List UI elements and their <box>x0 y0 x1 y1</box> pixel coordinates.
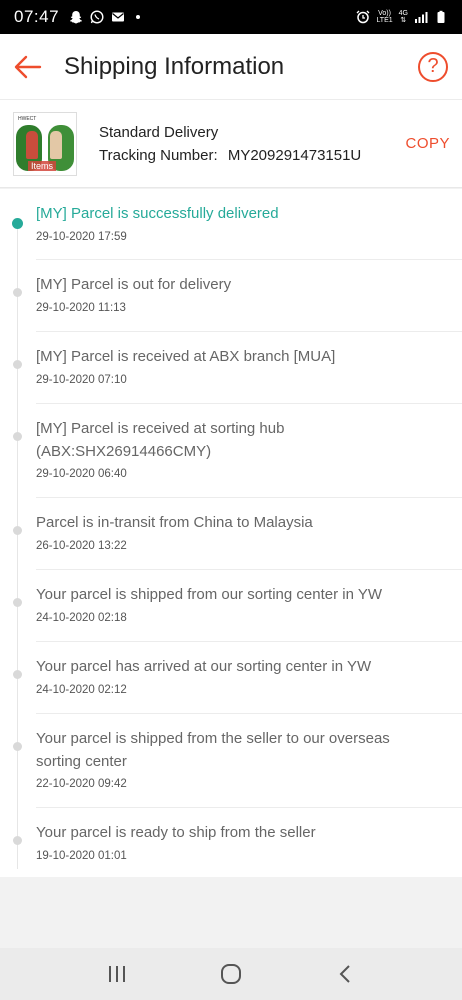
entry-divider <box>36 403 462 404</box>
status-dot <box>13 742 22 751</box>
back-button[interactable] <box>2 34 54 100</box>
thumbnail-figure-left <box>26 130 38 159</box>
status-dot <box>12 218 23 229</box>
copy-button[interactable]: COPY <box>405 135 450 152</box>
data-arrows-icon: ⇅ <box>400 17 407 24</box>
entry-divider <box>36 807 462 808</box>
network-label: 4G <box>398 10 408 17</box>
entry-text: Your parcel is shipped from the seller t… <box>36 730 390 770</box>
arrow-left-icon <box>14 55 42 78</box>
home-button[interactable] <box>211 954 251 994</box>
entry-divider <box>36 641 462 642</box>
entry-time: 29-10-2020 07:10 <box>36 374 127 386</box>
status-bar: 07:47 Vo)) LTE1 4G ⇅ <box>0 0 462 34</box>
signal-icon <box>415 12 428 23</box>
app-bar: Shipping Information ? <box>0 34 462 100</box>
thumbnail-tag: Items <box>28 160 57 171</box>
entry-text: Your parcel is shipped from our sorting … <box>36 586 383 603</box>
entry-text: Your parcel is ready to ship from the se… <box>36 824 316 841</box>
entry-time: 29-10-2020 06:40 <box>36 468 127 480</box>
status-dot <box>13 670 22 679</box>
entry-text: Your parcel has arrived at our sorting c… <box>36 658 372 675</box>
entry-time: 26-10-2020 13:22 <box>36 540 127 552</box>
entry-time: 29-10-2020 17:59 <box>36 231 127 243</box>
status-dot <box>13 288 22 297</box>
thumbnail-brand: HWECT <box>18 115 37 122</box>
status-dot <box>13 360 22 369</box>
lte-label: LTE1 <box>376 17 393 24</box>
tracking-timeline: [MY] Parcel is successfully delivered 29… <box>0 189 462 877</box>
entry-time: 24-10-2020 02:18 <box>36 612 127 624</box>
entry-divider <box>36 331 462 332</box>
product-thumbnail[interactable]: HWECT Items <box>13 111 77 176</box>
question-circle-icon: ? <box>427 55 439 77</box>
notification-icons <box>69 10 141 24</box>
whatsapp-icon <box>90 10 104 24</box>
battery-icon <box>437 10 445 23</box>
page-title: Shipping Information <box>64 52 285 80</box>
entry-divider <box>36 569 462 570</box>
snapchat-icon <box>70 11 83 24</box>
entry-divider <box>36 713 462 714</box>
entry-time: 29-10-2020 11:13 <box>36 302 126 314</box>
recent-apps-icon <box>109 966 125 982</box>
more-notifications-dot <box>136 15 141 19</box>
system-icons: Vo)) LTE1 4G ⇅ <box>356 10 448 24</box>
entry-divider <box>36 497 462 498</box>
tracking-label: Tracking Number: <box>99 146 218 164</box>
status-dot <box>13 836 22 845</box>
entry-text: Parcel is in-transit from China to Malay… <box>36 514 313 531</box>
system-nav-bar <box>0 948 462 1000</box>
volte-label: Vo)) <box>378 10 391 17</box>
entry-divider <box>36 259 462 260</box>
entry-text: [MY] Parcel is successfully delivered <box>36 205 279 222</box>
status-dot <box>13 432 22 441</box>
entry-text: [MY] Parcel is received at sorting hub (… <box>36 420 285 460</box>
alarm-icon <box>356 10 370 24</box>
network-indicator: 4G ⇅ <box>399 10 408 24</box>
delivery-method: Standard Delivery <box>99 123 219 141</box>
entry-text: [MY] Parcel is received at ABX branch [M… <box>36 348 336 365</box>
home-icon <box>221 964 241 984</box>
thumbnail-figure-right <box>50 130 62 159</box>
delivery-summary: HWECT Items Standard Delivery Tracking N… <box>0 100 462 188</box>
entry-time: 24-10-2020 02:12 <box>36 684 127 696</box>
mail-icon <box>112 12 125 22</box>
tracking-number: MY209291473151U <box>227 146 362 164</box>
entry-time: 22-10-2020 09:42 <box>36 778 127 790</box>
nav-back-button[interactable] <box>325 954 365 994</box>
status-dot <box>13 526 22 535</box>
recent-apps-button[interactable] <box>97 954 137 994</box>
tracking-line: Tracking Number: MY209291473151U <box>99 147 405 164</box>
delivery-details: Standard Delivery Tracking Number: MY209… <box>99 124 405 164</box>
entry-text: [MY] Parcel is out for delivery <box>36 276 232 293</box>
entry-time: 19-10-2020 01:01 <box>36 850 127 862</box>
status-time: 07:47 <box>14 7 60 26</box>
timeline-line <box>17 219 18 869</box>
volte-indicator: Vo)) LTE1 <box>376 10 392 24</box>
help-button[interactable]: ? <box>418 51 448 82</box>
chevron-left-icon <box>339 965 350 983</box>
status-dot <box>13 598 22 607</box>
